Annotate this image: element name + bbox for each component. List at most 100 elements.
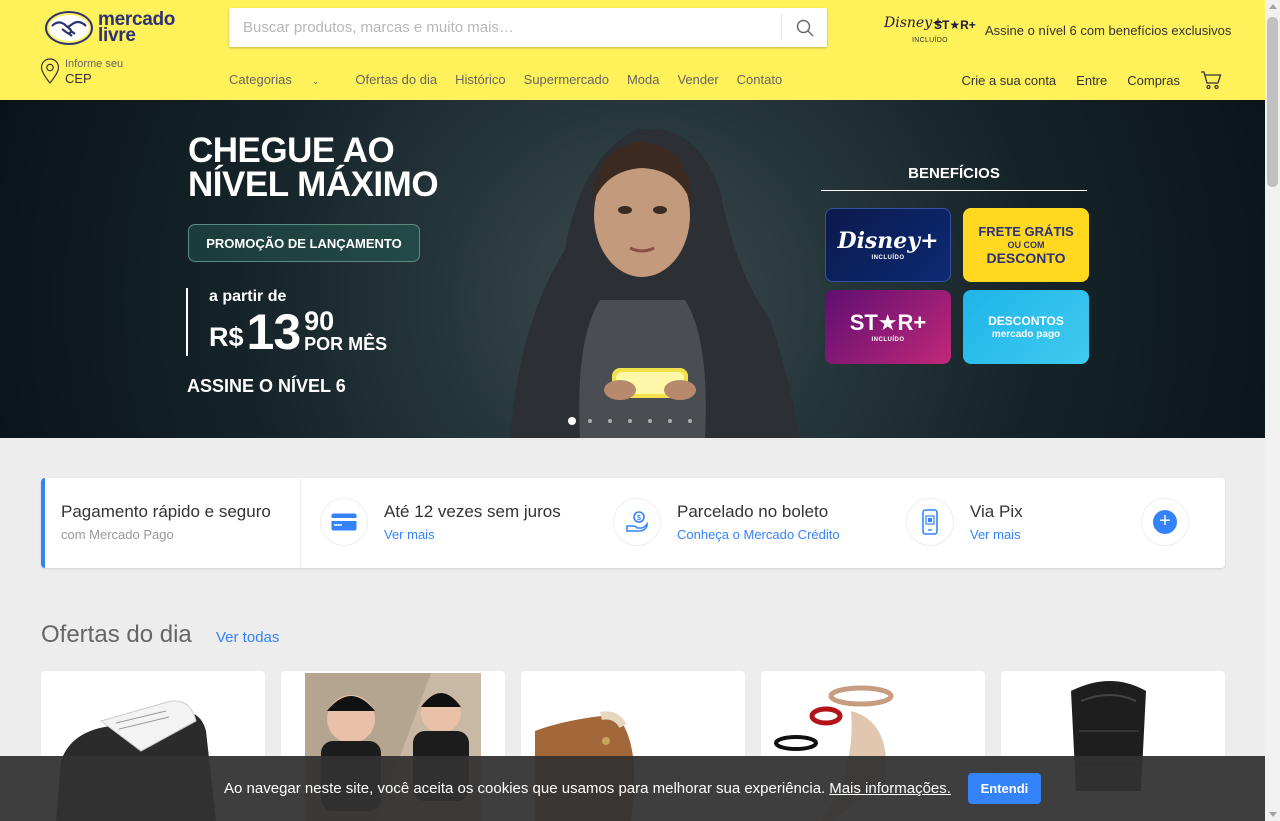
payment-pix-title: Via Pix (970, 502, 1023, 521)
disney-plus-tile-label: Disney+ (837, 228, 939, 254)
payment-boleto-title: Parcelado no boleto (677, 502, 829, 521)
nav-label: Categorias (229, 72, 292, 87)
login-link[interactable]: Entre (1076, 73, 1107, 88)
location-pin-icon (40, 58, 60, 84)
hero-cta: ASSINE O NÍVEL 6 (187, 376, 346, 396)
included-label: INCLUÍDO (912, 37, 948, 44)
payment-icon-wrap (906, 498, 954, 546)
mercado-pago-discount-tile: DESCONTOS mercado pago (963, 290, 1089, 364)
payment-boleto[interactable]: $ Parcelado no boleto Conheça o Mercado … (613, 498, 840, 546)
create-account-link[interactable]: Crie a sua conta (962, 73, 1057, 88)
free-shipping-line1: FRETE GRÁTIS (978, 223, 1074, 239)
offers-see-all-link[interactable]: Ver todas (216, 629, 279, 646)
search-bar (229, 8, 827, 47)
payment-icon-wrap: $ (613, 498, 661, 546)
svg-text:$: $ (637, 515, 641, 522)
price-currency: R$ (209, 322, 244, 352)
disney-star-logo: Disney+ ST★R+ INCLUÍDO (882, 13, 976, 47)
price-period: POR MÊS (304, 334, 388, 354)
benefits-title: BENEFÍCIOS (821, 165, 1087, 191)
discount-label: DESCONTOS (988, 314, 1064, 328)
price: R$ 13 90 POR MÊS (209, 304, 388, 360)
payment-installments-title: Até 12 vezes sem juros (384, 502, 561, 521)
payment-installments[interactable]: Até 12 vezes sem juros Ver mais (320, 498, 561, 546)
search-icon (796, 19, 813, 36)
page-scrollbar[interactable] (1265, 0, 1280, 821)
payment-options-card: Pagamento rápido e seguro com Mercado Pa… (41, 478, 1225, 568)
carousel-dot[interactable] (568, 417, 576, 425)
star-plus-tile-label: ST★R+ (849, 310, 927, 335)
user-nav: Crie a sua conta Entre Compras (942, 70, 1223, 90)
nav-supermercado[interactable]: Supermercado (524, 72, 609, 87)
hero-title-line2: NÍVEL MÁXIMO (188, 165, 439, 204)
carousel-dots (568, 417, 708, 425)
hero-title-line1: CHEGUE AO (188, 131, 395, 170)
offers-title: Ofertas do dia (41, 621, 192, 648)
credit-card-icon (331, 513, 357, 531)
cep-value: CEP (65, 71, 92, 86)
payment-pix-link[interactable]: Ver mais (970, 527, 1023, 542)
carousel-dot[interactable] (628, 419, 632, 423)
disney-plus-tile-sub: INCLUÍDO (871, 255, 905, 261)
nav-categorias[interactable]: Categorias ⌄ (229, 72, 337, 87)
carousel-dot[interactable] (588, 419, 592, 423)
payment-intro-sub: com Mercado Pago (61, 527, 174, 542)
scroll-down-arrow-icon[interactable] (1269, 812, 1277, 817)
payment-pix[interactable]: Via Pix Ver mais (906, 498, 1023, 546)
phone-pix-icon (922, 509, 938, 535)
payment-more-button[interactable]: + (1141, 498, 1189, 546)
price-decimals: 90 (304, 306, 335, 336)
payment-boleto-link[interactable]: Conheça o Mercado Crédito (677, 527, 840, 542)
disney-plus-tile: Disney+ INCLUÍDO (825, 208, 951, 282)
star-plus-tile: ST★R+ INCLUÍDO (825, 290, 951, 364)
cart-icon[interactable] (1200, 70, 1222, 90)
header: mercado livre Disney+ ST★R+ INCLUÍDO Ass… (0, 0, 1265, 100)
carousel-dot[interactable] (648, 419, 652, 423)
scroll-thumb[interactable] (1267, 17, 1278, 187)
mercado-livre-logo[interactable]: mercado livre (44, 9, 184, 47)
cookie-banner: Ao navegar neste site, você aceita os co… (0, 756, 1265, 821)
launch-promo-pill: PROMOÇÃO DE LANÇAMENTO (188, 224, 420, 262)
carousel-dot[interactable] (668, 419, 672, 423)
handshake-logo-icon (45, 11, 93, 45)
purchases-link[interactable]: Compras (1127, 73, 1180, 88)
cookie-more-info-link[interactable]: Mais informações. (829, 780, 951, 797)
promo-text: Assine o nível 6 com benefícios exclusiv… (985, 22, 1232, 38)
free-shipping-tile: FRETE GRÁTIS OU COM DESCONTO (963, 208, 1089, 282)
cookie-text: Ao navegar neste site, você aceita os co… (224, 780, 826, 797)
carousel-dot[interactable] (688, 419, 692, 423)
subscription-promo[interactable]: Disney+ ST★R+ INCLUÍDO Assine o nível 6 … (882, 13, 1231, 47)
cep-selector[interactable]: Informe seu CEP (40, 58, 123, 86)
cookie-accept-button[interactable]: Entendi (967, 773, 1041, 804)
hero-banner[interactable]: CHEGUE AO NÍVEL MÁXIMO PROMOÇÃO DE LANÇA… (0, 100, 1265, 438)
nav-ofertas[interactable]: Ofertas do dia (355, 72, 437, 87)
chevron-down-icon: ⌄ (311, 76, 320, 86)
payment-icon-wrap (320, 498, 368, 546)
price-block: a partir de R$ 13 90 POR MÊS (186, 288, 388, 360)
scroll-up-arrow-icon[interactable] (1269, 4, 1277, 9)
nav-vender[interactable]: Vender (677, 72, 718, 87)
search-input[interactable] (229, 8, 781, 47)
nav-moda[interactable]: Moda (627, 72, 660, 87)
nav-contato[interactable]: Contato (737, 72, 783, 87)
cep-label: Informe seu (65, 58, 124, 70)
hand-coin-icon: $ (626, 511, 648, 532)
logo-wordmark: mercado livre (98, 10, 175, 46)
free-shipping-line3: DESCONTO (986, 249, 1066, 266)
star-plus-tile-sub: INCLUÍDO (871, 337, 905, 343)
search-button[interactable] (782, 8, 827, 47)
payment-intro: Pagamento rápido e seguro com Mercado Pa… (41, 478, 301, 568)
logo-line2: livre (98, 25, 136, 46)
carousel-dot[interactable] (608, 419, 612, 423)
hero-title: CHEGUE AO NÍVEL MÁXIMO (188, 131, 439, 204)
price-integer: 13 (246, 304, 302, 360)
payment-intro-title: Pagamento rápido e seguro (61, 502, 271, 521)
payment-installments-link[interactable]: Ver mais (384, 527, 561, 542)
nav-historico[interactable]: Histórico (455, 72, 506, 87)
hero-person-image (510, 128, 800, 438)
free-shipping-line2: OU COM (1007, 239, 1045, 250)
main-nav: Categorias ⌄ Ofertas do dia Histórico Sup… (229, 72, 800, 87)
mercado-pago-label: mercado pago (991, 329, 1061, 340)
star-plus-label: ST★R+ (934, 18, 976, 32)
plus-icon: + (1153, 510, 1177, 534)
